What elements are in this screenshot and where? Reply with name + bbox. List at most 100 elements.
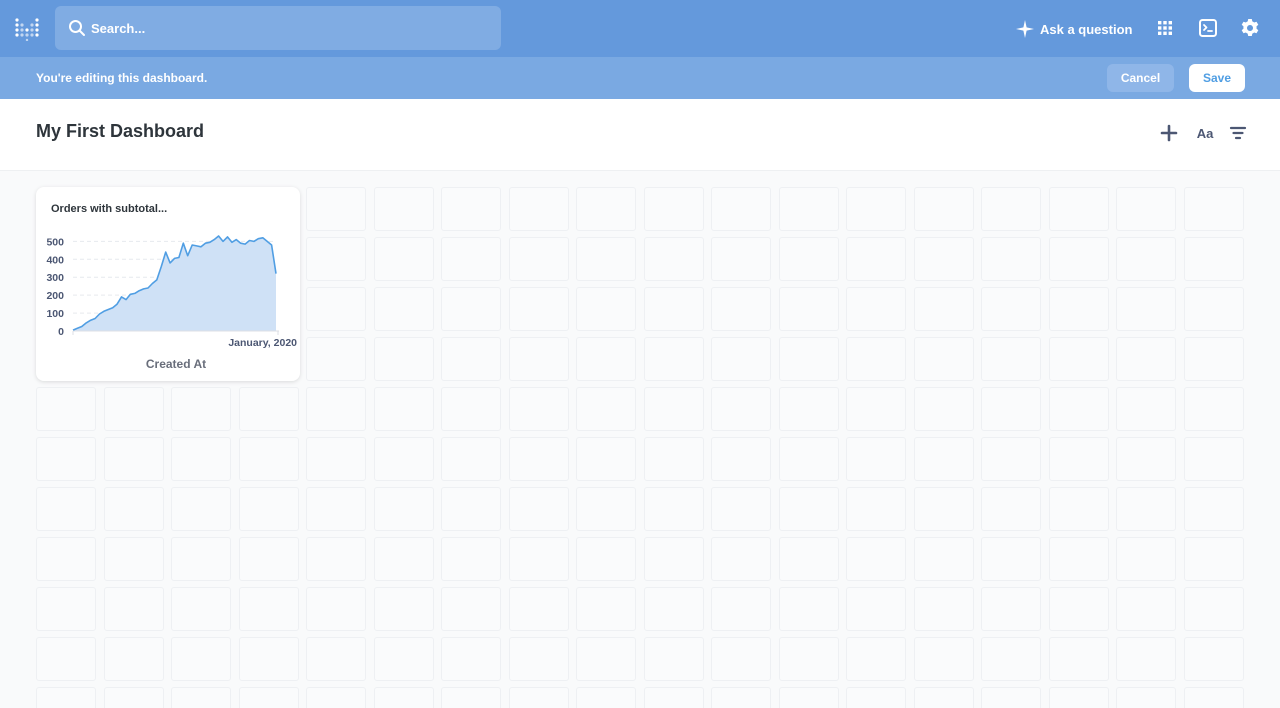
- grid-cell: [1183, 337, 1244, 381]
- grid-cell: [238, 587, 299, 631]
- text-box-icon: Aa: [1196, 125, 1214, 141]
- grid-cell: [508, 387, 569, 431]
- grid-cell: [1116, 187, 1176, 231]
- grid-cell: [846, 237, 906, 281]
- grid-cell: [373, 387, 434, 431]
- grid-cell: [508, 287, 569, 331]
- grid-cell: [1048, 487, 1109, 531]
- grid-cell: [1048, 237, 1109, 281]
- grid-cell: [508, 437, 569, 481]
- cancel-button[interactable]: Cancel: [1107, 64, 1174, 92]
- grid-cell: [913, 537, 974, 581]
- grid-cell: [643, 487, 704, 531]
- grid-cell: [36, 537, 96, 581]
- grid-cell: [846, 287, 906, 331]
- grid-cell: [981, 337, 1041, 381]
- grid-cell: [913, 337, 974, 381]
- grid-cell: [103, 387, 164, 431]
- grid-cell: [238, 687, 299, 708]
- grid-cell: [576, 387, 636, 431]
- metabase-logo-icon[interactable]: [14, 17, 40, 41]
- grid-cell: [103, 487, 164, 531]
- grid-cell: [913, 387, 974, 431]
- top-navigation-bar: Ask a question: [0, 0, 1280, 57]
- filter-icon: [1229, 126, 1247, 140]
- grid-cell: [373, 537, 434, 581]
- grid-cell: [643, 387, 704, 431]
- grid-cell: [306, 587, 366, 631]
- grid-cell: [643, 187, 704, 231]
- grid-cell: [913, 237, 974, 281]
- add-text-box-button[interactable]: Aa: [1194, 123, 1216, 143]
- grid-cell: [441, 587, 501, 631]
- sql-editor-icon[interactable]: [1197, 17, 1219, 39]
- grid-cell: [441, 237, 501, 281]
- grid-cell: [846, 187, 906, 231]
- grid-cell: [981, 287, 1041, 331]
- area-chart: 0 100 200 300 400 500 January, 2020 Created At: [46, 235, 297, 371]
- grid-cell: [103, 637, 164, 681]
- grid-cell: [508, 187, 569, 231]
- grid-cell: [1116, 637, 1176, 681]
- grid-cell: [441, 187, 501, 231]
- grid-cell: [846, 487, 906, 531]
- grid-cell: [913, 637, 974, 681]
- grid-cell: [711, 487, 771, 531]
- grid-cell: [643, 637, 704, 681]
- grid-cell: [1048, 387, 1109, 431]
- grid-cell: [778, 637, 839, 681]
- grid-cell: [711, 387, 771, 431]
- add-question-button[interactable]: [1159, 123, 1179, 143]
- grid-cell: [238, 437, 299, 481]
- grid-cell: [508, 687, 569, 708]
- grid-cell: [1116, 487, 1176, 531]
- grid-cell: [643, 437, 704, 481]
- add-filter-button[interactable]: [1228, 123, 1248, 143]
- grid-cell: [508, 537, 569, 581]
- grid-cell: [576, 337, 636, 381]
- grid-cell: [508, 237, 569, 281]
- x-tick-label: January, 2020: [228, 337, 297, 349]
- grid-cell: [508, 487, 569, 531]
- grid-cell: [576, 437, 636, 481]
- apps-grid-icon[interactable]: [1154, 17, 1176, 39]
- grid-cell: [846, 587, 906, 631]
- editing-message: You're editing this dashboard.: [36, 71, 208, 85]
- grid-cell: [441, 387, 501, 431]
- grid-cell: [238, 537, 299, 581]
- save-button[interactable]: Save: [1189, 64, 1245, 92]
- grid-cell: [643, 337, 704, 381]
- editing-banner: You're editing this dashboard.: [0, 57, 1280, 99]
- grid-cell: [846, 687, 906, 708]
- grid-cell: [778, 537, 839, 581]
- dashboard-title[interactable]: My First Dashboard: [36, 121, 204, 142]
- grid-cell: [711, 187, 771, 231]
- dashboard-header: My First Dashboard Aa: [0, 99, 1280, 171]
- gear-icon[interactable]: [1239, 17, 1261, 39]
- grid-cell: [171, 637, 231, 681]
- grid-cell: [373, 687, 434, 708]
- grid-cell: [576, 537, 636, 581]
- search-input[interactable]: [89, 6, 489, 50]
- grid-cell: [103, 437, 164, 481]
- grid-cell: [643, 537, 704, 581]
- grid-cell: [1183, 237, 1244, 281]
- question-card[interactable]: Orders with subtotal... 0 100 200 300 400 500…: [36, 187, 300, 381]
- grid-cell: [981, 187, 1041, 231]
- ask-question-button[interactable]: Ask a question: [1016, 15, 1132, 43]
- grid-cell: [103, 687, 164, 708]
- grid-cell: [1116, 337, 1176, 381]
- grid-cell: [1116, 587, 1176, 631]
- grid-cell: [306, 437, 366, 481]
- grid-cell: [981, 237, 1041, 281]
- grid-cell: [711, 537, 771, 581]
- grid-cell: [778, 587, 839, 631]
- grid-cell: [1116, 687, 1176, 708]
- ask-question-label: Ask a question: [1040, 21, 1133, 37]
- search-bar[interactable]: [55, 6, 501, 50]
- grid-cell: [171, 437, 231, 481]
- grid-cell: [778, 237, 839, 281]
- grid-cell: [576, 187, 636, 231]
- grid-cell: [441, 287, 501, 331]
- add-icon: [1160, 124, 1178, 142]
